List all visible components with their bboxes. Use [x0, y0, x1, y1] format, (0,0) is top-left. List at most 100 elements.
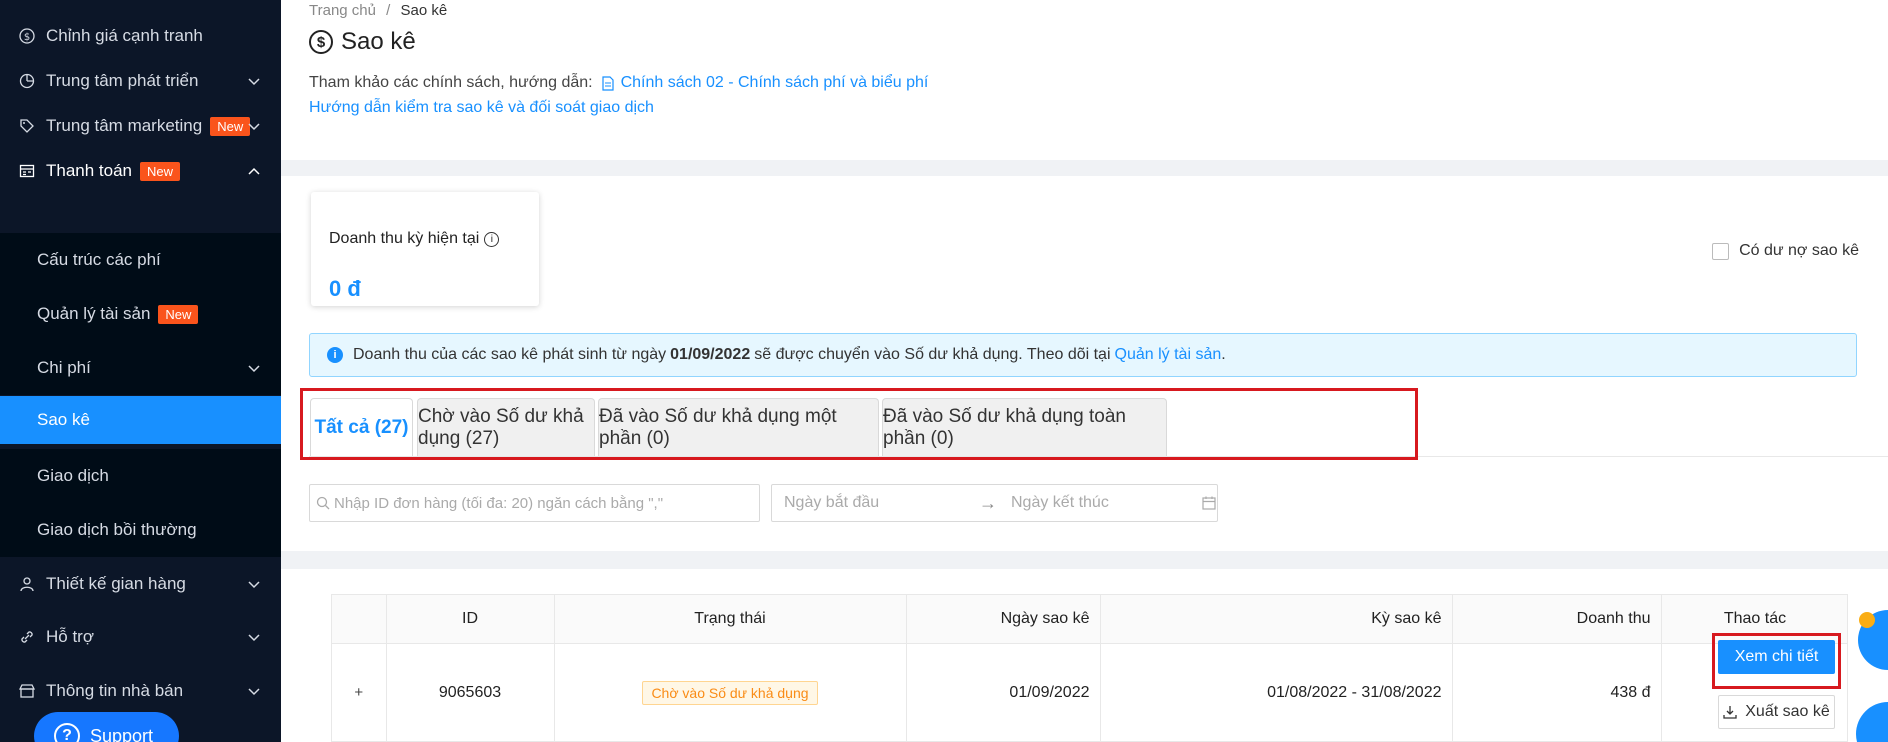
arrow-right-icon: → — [979, 492, 997, 513]
new-badge: New — [158, 304, 199, 324]
chevron-up-icon — [248, 167, 260, 175]
calendar-icon — [1202, 496, 1216, 510]
alert-text-after: sẽ được chuyển vào Số dư khả dụng. Theo … — [754, 346, 1111, 363]
asset-management-link[interactable]: Quản lý tài sản — [1115, 346, 1222, 364]
alert-date: 01/09/2022 — [670, 346, 751, 363]
sidebar-item-payment[interactable]: Thanh toán New — [0, 144, 281, 198]
revenue-label-text: Doanh thu kỳ hiện tại — [329, 230, 480, 247]
column-header-revenue: Doanh thu — [1452, 595, 1662, 644]
debt-checkbox-label: Có dư nợ sao kê — [1739, 242, 1859, 259]
chat-widget-icon[interactable] — [1854, 608, 1888, 672]
page-header: Trang chủ / Sao kê $ Sao kê Tham khảo cá… — [281, 0, 1888, 160]
link-icon — [18, 628, 36, 646]
policy-link[interactable]: Chính sách 02 - Chính sách phí và biểu p… — [601, 74, 929, 92]
chevron-down-icon — [248, 581, 260, 589]
sidebar-item-label: Giao dịch — [37, 466, 109, 485]
support-button[interactable]: ? Support — [34, 712, 179, 742]
document-icon — [601, 75, 614, 91]
sidebar-item-label: Trung tâm marketing — [46, 116, 203, 135]
section-gap — [281, 551, 1888, 569]
sidebar-item-transactions[interactable]: Giao dịch — [0, 449, 281, 503]
tag-icon — [18, 117, 36, 135]
sidebar-item-label: Thiết kế gian hàng — [46, 574, 186, 593]
sidebar-item-asset-management[interactable]: Quản lý tài sản New — [0, 287, 281, 341]
breadcrumb: Trang chủ / Sao kê — [309, 2, 447, 19]
revenue-label: Doanh thu kỳ hiện tại i — [329, 230, 500, 248]
guide-link[interactable]: Hướng dẫn kiểm tra sao kê và đối soát gi… — [309, 99, 654, 117]
expand-row-button[interactable]: + — [350, 684, 367, 701]
messenger-widget-icon[interactable] — [1854, 700, 1888, 742]
alert-end: . — [1221, 346, 1226, 363]
column-header-period: Kỳ sao kê — [1100, 595, 1453, 644]
new-badge: New — [210, 116, 251, 136]
reference-line: Tham khảo các chính sách, hướng dẫn: Chí… — [309, 74, 928, 92]
sidebar-item-label: Trung tâm phát triển — [46, 71, 199, 90]
row-id: 9065603 — [386, 643, 555, 741]
chevron-down-icon — [248, 78, 260, 86]
statement-table: ID Trạng thái Ngày sao kê Kỳ sao kê Doan… — [331, 594, 1848, 742]
sidebar-item-label: Thông tin nhà bán — [46, 681, 184, 700]
sidebar-item-fee-structure[interactable]: Cấu trúc các phí — [0, 233, 281, 287]
wallet-icon — [18, 162, 36, 180]
info-icon[interactable]: i — [484, 231, 500, 247]
sidebar-item-expenses[interactable]: Chi phí — [0, 341, 281, 395]
dollar-circle-icon: $ — [18, 27, 36, 45]
new-badge: New — [140, 161, 181, 181]
sidebar-item-compensation-transactions[interactable]: Giao dịch bồi thường — [0, 503, 281, 557]
svg-text:$: $ — [24, 32, 30, 43]
pie-chart-icon — [18, 72, 36, 90]
sidebar-item-store-design[interactable]: Thiết kế gian hàng — [0, 557, 281, 611]
order-id-search[interactable] — [309, 484, 760, 522]
status-badge: Chờ vào Số dư khả dụng — [642, 681, 818, 705]
chevron-down-icon — [248, 123, 260, 131]
question-icon: ? — [54, 723, 80, 742]
sidebar-item-label: Quản lý tài sản — [37, 304, 151, 323]
revenue-value: 0 đ — [329, 276, 361, 301]
chevron-down-icon — [248, 365, 260, 373]
row-statement-date: 01/09/2022 — [906, 643, 1101, 741]
sidebar-item-support[interactable]: Hỗ trợ — [0, 610, 281, 664]
table-row: + 9065603 Chờ vào Số dư khả dụng 01/09/2… — [332, 643, 1847, 741]
date-range-picker[interactable]: Ngày bắt đầu → Ngày kết thúc — [771, 484, 1218, 522]
tabs-highlight-frame — [300, 388, 1418, 460]
row-revenue: 438 đ — [1452, 643, 1662, 741]
revenue-card: Doanh thu kỳ hiện tại i 0 đ — [311, 192, 539, 306]
view-detail-button[interactable]: Xem chi tiết — [1718, 640, 1835, 674]
page-title-text: Sao kê — [341, 28, 416, 55]
column-header-id: ID — [386, 595, 555, 644]
checkbox[interactable] — [1712, 242, 1730, 260]
breadcrumb-separator: / — [386, 2, 391, 19]
chevron-down-icon — [248, 688, 260, 696]
sidebar-item-label: Thanh toán — [46, 161, 133, 180]
row-period: 01/08/2022 - 31/08/2022 — [1100, 643, 1453, 741]
alert-text-before: Doanh thu của các sao kê phát sinh từ ng… — [353, 346, 667, 363]
sidebar-item-statement[interactable]: Sao kê — [0, 396, 281, 444]
sidebar: $ Chỉnh giá cạnh tranh Trung tâm phát tr… — [0, 0, 281, 742]
sidebar-item-label: Cấu trúc các phí — [37, 250, 161, 269]
end-date-input[interactable]: Ngày kết thúc — [1011, 494, 1201, 512]
reference-prefix: Tham khảo các chính sách, hướng dẫn: — [309, 74, 593, 91]
user-icon — [18, 575, 36, 593]
store-icon — [18, 682, 36, 700]
column-header-expand — [332, 595, 387, 644]
chevron-down-icon — [248, 634, 260, 642]
policy-link-text[interactable]: Chính sách 02 - Chính sách phí và biểu p… — [621, 74, 929, 92]
search-icon — [316, 496, 330, 510]
download-icon — [1723, 706, 1737, 719]
support-label: Support — [90, 725, 154, 742]
search-input[interactable] — [334, 494, 754, 512]
debt-filter-checkbox[interactable]: Có dư nợ sao kê — [1712, 242, 1859, 260]
table-header-row: ID Trạng thái Ngày sao kê Kỳ sao kê Doan… — [332, 595, 1847, 644]
breadcrumb-current: Sao kê — [400, 2, 448, 19]
info-icon: i — [327, 347, 343, 363]
sidebar-item-label: Chi phí — [37, 358, 91, 377]
main-content: Trang chủ / Sao kê $ Sao kê Tham khảo cá… — [281, 0, 1888, 742]
breadcrumb-home[interactable]: Trang chủ — [309, 2, 376, 19]
sidebar-item-label: Chỉnh giá cạnh tranh — [46, 26, 203, 45]
start-date-input[interactable]: Ngày bắt đầu — [784, 494, 979, 512]
page-title: $ Sao kê — [309, 28, 416, 56]
export-label: Xuất sao kê — [1745, 703, 1830, 720]
sidebar-item-seller-info[interactable]: Thông tin nhà bán — [0, 664, 281, 718]
export-statement-button[interactable]: Xuất sao kê — [1718, 695, 1835, 729]
sidebar-item-label: Sao kê — [37, 410, 90, 429]
